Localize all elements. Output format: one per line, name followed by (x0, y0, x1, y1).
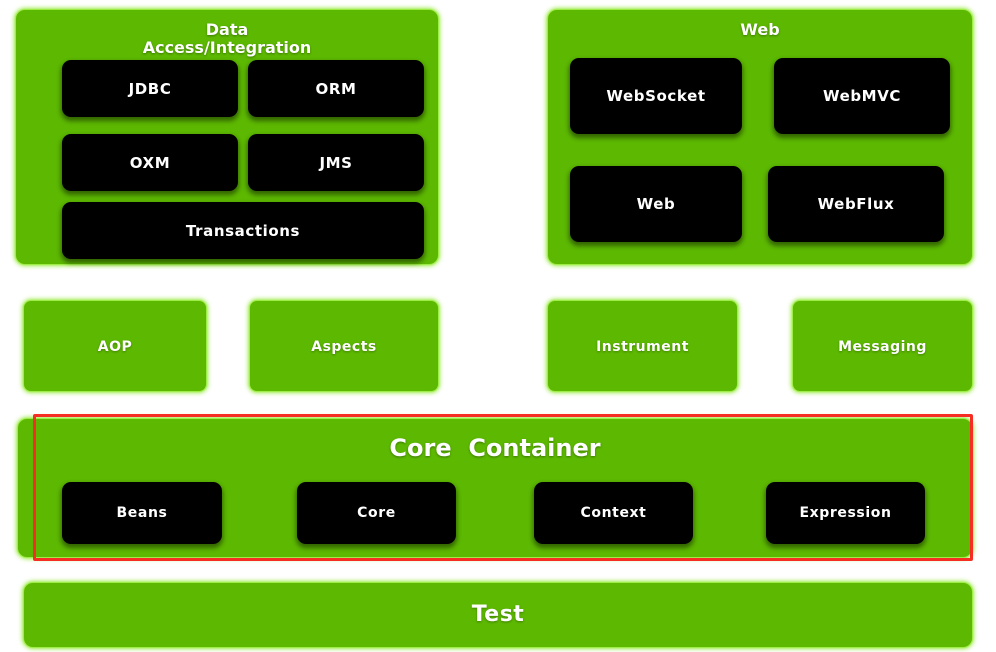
module-context-label: Context (580, 505, 647, 521)
module-jms[interactable]: JMS (248, 134, 424, 191)
module-expression[interactable]: Expression (766, 482, 925, 544)
module-oxm-label: OXM (129, 153, 171, 172)
module-orm[interactable]: ORM (248, 60, 424, 117)
panel-core-container[interactable]: Core Container Beans Core Context Expres… (18, 419, 972, 557)
module-transactions-label: Transactions (185, 221, 301, 240)
block-aop-label: AOP (97, 339, 133, 355)
block-test[interactable]: Test (24, 583, 972, 647)
module-webflux[interactable]: WebFlux (768, 166, 944, 242)
module-websocket-label: WebSocket (606, 87, 706, 105)
block-instrument[interactable]: Instrument (548, 301, 737, 391)
module-webflux-label: WebFlux (817, 195, 895, 213)
block-instrument-label: Instrument (596, 339, 689, 355)
module-context[interactable]: Context (534, 482, 693, 544)
module-core[interactable]: Core (297, 482, 456, 544)
block-messaging[interactable]: Messaging (793, 301, 972, 391)
block-test-label: Test (471, 602, 525, 627)
panel-title-data-access-integration: Data Access/Integration (142, 20, 312, 57)
module-websocket[interactable]: WebSocket (570, 58, 742, 134)
module-orm-label: ORM (315, 79, 357, 98)
block-aspects[interactable]: Aspects (250, 301, 438, 391)
module-transactions[interactable]: Transactions (62, 202, 424, 259)
module-oxm[interactable]: OXM (62, 134, 238, 191)
module-jdbc-label: JDBC (128, 79, 172, 98)
block-aop[interactable]: AOP (24, 301, 206, 391)
module-web[interactable]: Web (570, 166, 742, 242)
panel-title-core-container: Core Container (389, 434, 601, 462)
module-core-label: Core (357, 505, 396, 521)
panel-title-web: Web (740, 20, 780, 39)
block-messaging-label: Messaging (838, 339, 927, 355)
module-beans-label: Beans (116, 505, 168, 521)
module-beans[interactable]: Beans (62, 482, 222, 544)
module-jdbc[interactable]: JDBC (62, 60, 238, 117)
module-webmvc[interactable]: WebMVC (774, 58, 950, 134)
panel-web[interactable]: Web WebSocket WebMVC Web WebFlux (548, 10, 972, 264)
module-jms-label: JMS (319, 153, 353, 172)
module-webmvc-label: WebMVC (822, 87, 902, 105)
block-aspects-label: Aspects (311, 339, 377, 355)
panel-data-access-integration[interactable]: Data Access/Integration JDBC ORM OXM JMS… (16, 10, 438, 264)
module-expression-label: Expression (799, 505, 892, 521)
module-web-label: Web (636, 195, 676, 213)
spring-framework-architecture-diagram: Data Access/Integration JDBC ORM OXM JMS… (0, 0, 996, 652)
